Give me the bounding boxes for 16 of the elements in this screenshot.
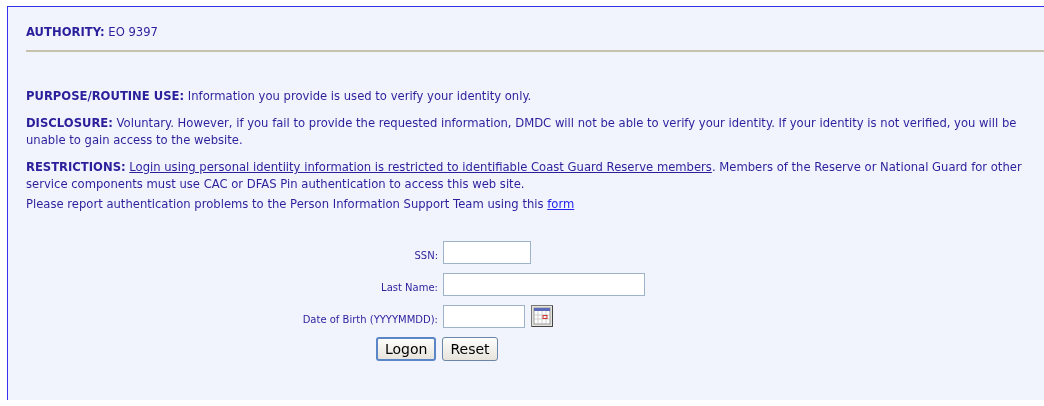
field-label: Last Name: (381, 282, 438, 295)
calendar-icon[interactable] (531, 305, 553, 327)
restriction-link[interactable]: Login using personal identiity information is restricted to identifiable Coast Guard Reserve members (129, 160, 712, 174)
form-button[interactable]: Reset (442, 337, 498, 361)
field-label: Date of Birth (YYYYMMDD): (302, 314, 438, 327)
input-field[interactable] (443, 273, 645, 296)
input-field[interactable] (443, 241, 531, 264)
form-button[interactable]: Logon (376, 337, 437, 361)
notice-text: DISCLOSURE: Voluntary. However, if you fail to provide the requested information, DMDC will not be able to verify your identity. If your identity is not verified, you will be unable to gain access to the website. (26, 115, 1018, 149)
authority-text: AUTHORITY: EO 9397 (26, 24, 159, 41)
field-label: SSN: (414, 250, 438, 263)
form-link[interactable]: form (547, 197, 575, 211)
input-field[interactable] (443, 305, 525, 328)
notice-text: PURPOSE/ROUTINE USE: Information you provide is used to verify your identity only. (26, 88, 533, 105)
report-text: Please report authentication problems to the Person Information Support Team using this form (26, 196, 576, 213)
notice-text: RESTRICTIONS: Login using personal identiity information is restricted to identifiable Coast Guard Reserve members. Members of the Reserve or National Guard for other service components must use CAC or DFAS Pin authentication to access this web site. (26, 159, 1023, 193)
